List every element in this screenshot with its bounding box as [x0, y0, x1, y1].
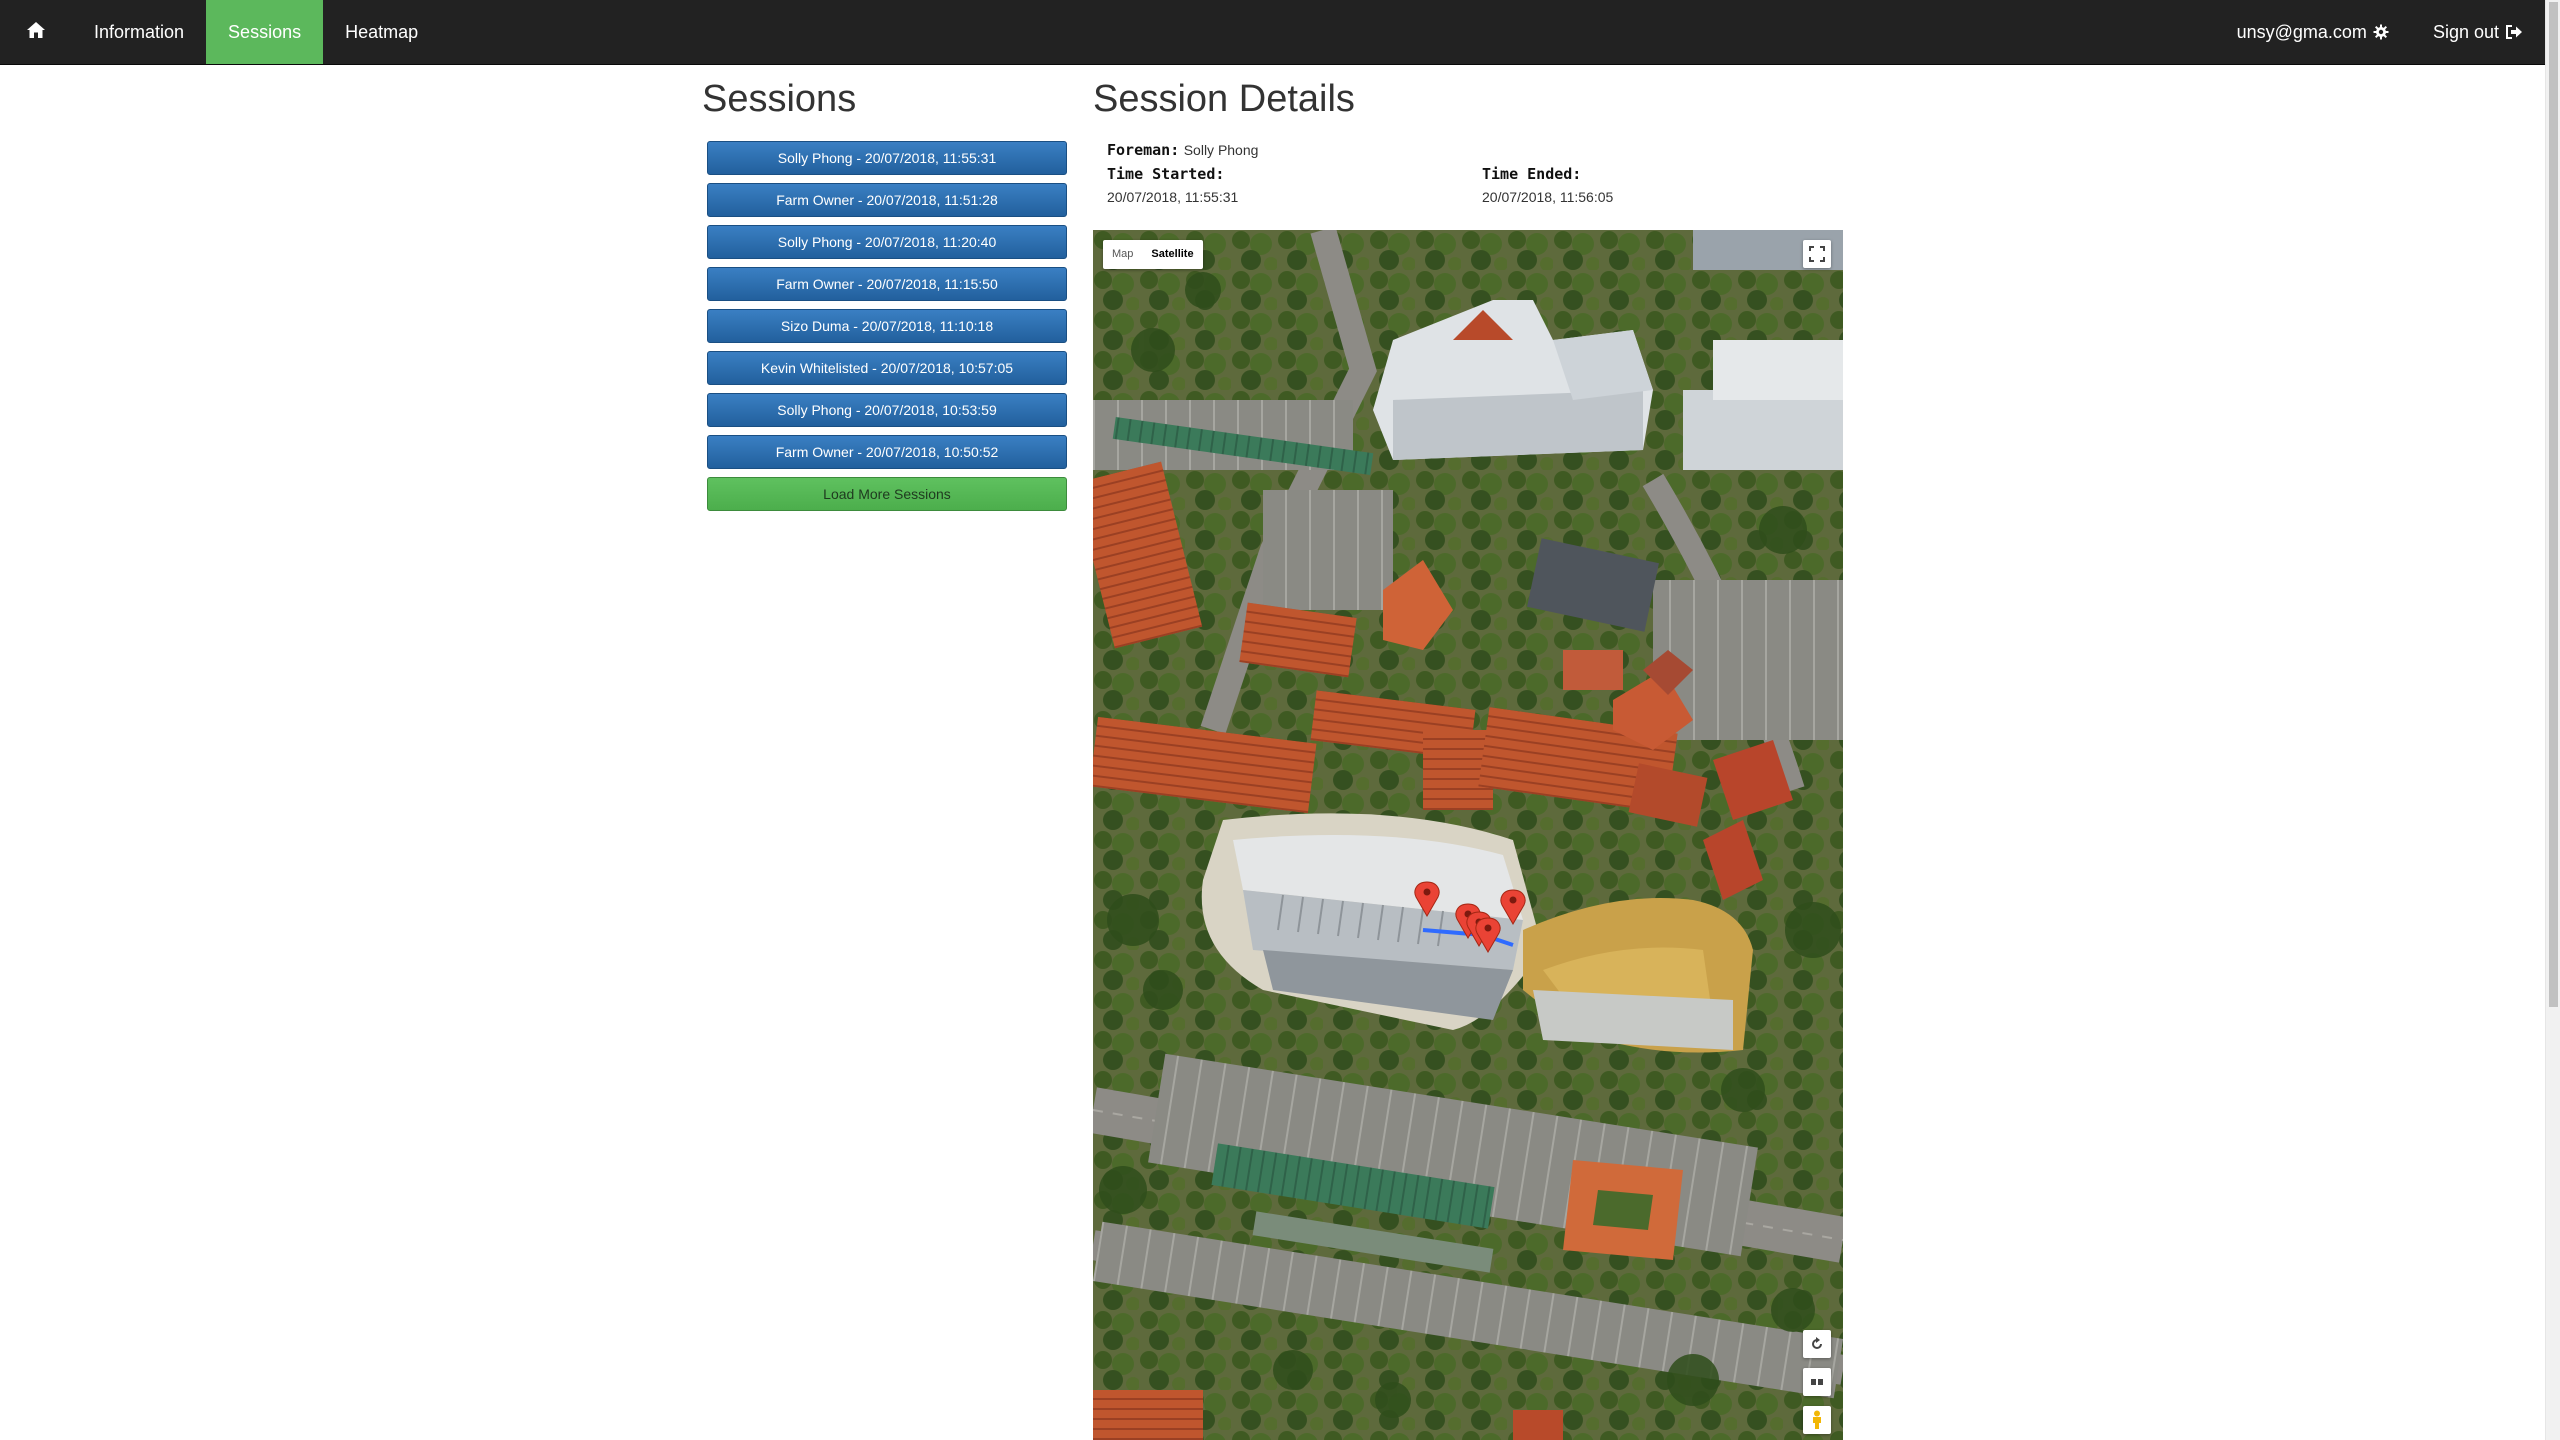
time-started-value: 20/07/2018, 11:55:31 [1107, 188, 1239, 205]
user-menu[interactable]: unsy@gma.com [2215, 0, 2411, 64]
tilt-icon [1810, 1377, 1824, 1387]
session-button[interactable]: Solly Phong - 20/07/2018, 11:55:31 [707, 140, 1067, 175]
session-button[interactable]: Kevin Whitelisted - 20/07/2018, 10:57:05 [707, 350, 1067, 385]
fullscreen-icon [1809, 246, 1825, 262]
sign-out-label: Sign out [2432, 21, 2499, 42]
top-navbar: Information Sessions Heatmap unsy@gma.co… [0, 0, 2545, 65]
sign-out-icon [2505, 24, 2523, 40]
map-marker[interactable] [1500, 889, 1526, 925]
map-marker[interactable] [1414, 881, 1440, 917]
time-started-label: Time Started: [1107, 164, 1225, 183]
pegman-icon [1811, 1410, 1823, 1430]
session-button[interactable]: Solly Phong - 20/07/2018, 11:20:40 [707, 224, 1067, 259]
time-ended-value: 20/07/2018, 11:56:05 [1482, 188, 1614, 205]
session-list: Solly Phong - 20/07/2018, 11:55:31 Farm … [702, 140, 1068, 511]
session-markers [1414, 881, 1526, 953]
nav-left: Information Sessions Heatmap [0, 0, 440, 64]
map-type-control: Map Satellite [1103, 240, 1203, 269]
foreman-label: Foreman: [1107, 140, 1180, 159]
session-button[interactable]: Solly Phong - 20/07/2018, 10:53:59 [707, 392, 1067, 427]
user-email: unsy@gma.com [2236, 21, 2367, 42]
sign-out-link[interactable]: Sign out [2411, 0, 2545, 64]
session-button[interactable]: Farm Owner - 20/07/2018, 11:15:50 [707, 266, 1067, 301]
fullscreen-button[interactable] [1803, 240, 1831, 268]
gear-icon [2373, 24, 2389, 40]
session-button[interactable]: Sizo Duma - 20/07/2018, 11:10:18 [707, 308, 1067, 343]
satellite-map[interactable]: Map Satellite [1093, 230, 1843, 1440]
session-details-panel: Session Details Foreman: Solly Phong Tim… [1093, 65, 1843, 231]
scrollbar-thumb[interactable] [2549, 2, 2558, 1007]
session-details-title: Session Details [1093, 78, 1355, 120]
nav-sessions[interactable]: Sessions [206, 0, 324, 64]
rotate-button[interactable] [1803, 1330, 1831, 1358]
map-type-map[interactable]: Map [1103, 240, 1142, 269]
home-link[interactable] [0, 0, 72, 64]
sessions-panel: Sessions Solly Phong - 20/07/2018, 11:55… [702, 65, 1068, 511]
session-info: Foreman: Solly Phong Time Started: 20/07… [1093, 141, 1843, 231]
session-button[interactable]: Farm Owner - 20/07/2018, 10:50:52 [707, 434, 1067, 469]
home-icon [26, 21, 46, 44]
nav-information[interactable]: Information [72, 0, 206, 64]
map-marker[interactable] [1475, 917, 1501, 953]
sessions-title: Sessions [702, 78, 857, 120]
load-more-sessions-button[interactable]: Load More Sessions [707, 476, 1067, 511]
time-ended-label: Time Ended: [1482, 164, 1582, 183]
session-button[interactable]: Farm Owner - 20/07/2018, 11:51:28 [707, 182, 1067, 217]
map-type-satellite[interactable]: Satellite [1142, 240, 1202, 269]
nav-right: unsy@gma.com Sign out [2215, 0, 2545, 64]
tilt-button[interactable] [1803, 1368, 1831, 1396]
rotate-icon [1810, 1337, 1824, 1351]
nav-heatmap[interactable]: Heatmap [323, 0, 440, 64]
page-scrollbar[interactable] [2545, 0, 2560, 1440]
pegman-button[interactable] [1803, 1406, 1831, 1434]
foreman-value: Solly Phong [1183, 141, 1259, 158]
